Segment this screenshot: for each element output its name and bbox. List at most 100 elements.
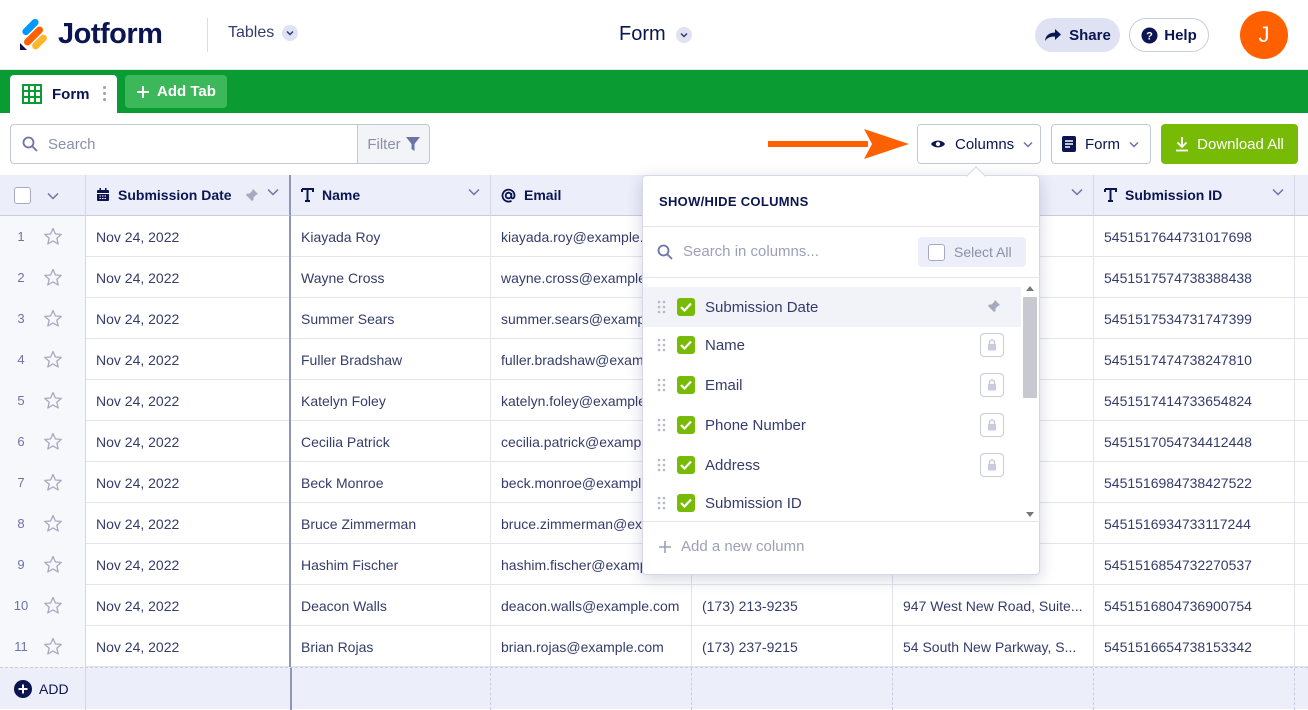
column-list-item[interactable]: Phone Number <box>643 405 1021 445</box>
cell-id[interactable]: 5451516654738153342 <box>1094 626 1295 667</box>
cell-name[interactable]: Hashim Fischer <box>291 544 491 585</box>
cell-id[interactable]: 5451516984738427522 <box>1094 462 1295 503</box>
column-visible-checkbox[interactable] <box>677 298 695 316</box>
column-list-item[interactable]: Address <box>643 445 1021 485</box>
scrollbar-thumb[interactable] <box>1023 297 1037 398</box>
pin-icon[interactable] <box>245 188 259 202</box>
star-icon[interactable] <box>43 432 63 456</box>
chevron-down-icon[interactable] <box>468 188 480 196</box>
cell-date[interactable]: Nov 24, 2022 <box>86 626 291 667</box>
download-all-button[interactable]: Download All <box>1161 124 1298 164</box>
cell-email[interactable]: brian.rojas@example.com <box>491 626 692 667</box>
lock-icon[interactable] <box>980 373 1004 397</box>
select-all-checkbox[interactable] <box>14 187 31 204</box>
cell-id[interactable]: 5451517414733654824 <box>1094 380 1295 421</box>
column-list-item[interactable]: Submission Date <box>643 287 1021 327</box>
cell-date[interactable]: Nov 24, 2022 <box>86 503 291 544</box>
cell-phone[interactable]: (173) 213-9235 <box>692 585 893 626</box>
cell-id[interactable]: 5451517574738388438 <box>1094 257 1295 298</box>
lock-icon[interactable] <box>980 453 1004 477</box>
cell-date[interactable]: Nov 24, 2022 <box>86 216 291 257</box>
star-icon[interactable] <box>43 514 63 538</box>
add-tab-button[interactable]: Add Tab <box>125 75 227 108</box>
cell-phone[interactable]: (173) 237-9215 <box>692 626 893 667</box>
drag-handle-icon[interactable] <box>657 300 667 319</box>
tables-dropdown[interactable]: Tables <box>228 24 299 42</box>
chevron-down-icon[interactable] <box>1071 188 1083 196</box>
cell-name[interactable]: Katelyn Foley <box>291 380 491 421</box>
pin-icon[interactable] <box>987 299 1001 318</box>
avatar[interactable]: J <box>1240 11 1288 59</box>
cell-name[interactable]: Bruce Zimmerman <box>291 503 491 544</box>
column-header-submission-id[interactable]: Submission ID <box>1094 175 1295 216</box>
star-icon[interactable] <box>43 309 63 333</box>
cell-id[interactable]: 5451517534731747399 <box>1094 298 1295 339</box>
column-header-submission-date[interactable]: Submission Date <box>86 175 291 216</box>
chevron-down-icon[interactable] <box>1272 188 1284 196</box>
star-icon[interactable] <box>43 350 63 374</box>
column-visible-checkbox[interactable] <box>677 376 695 394</box>
chevron-down-icon[interactable] <box>47 192 59 200</box>
cell-address[interactable]: 947 West New Road, Suite... <box>893 585 1094 626</box>
tab-form[interactable]: Form <box>10 75 117 113</box>
cell-id[interactable]: 5451516934733117244 <box>1094 503 1295 544</box>
drag-handle-icon[interactable] <box>657 418 667 437</box>
cell-name[interactable]: Wayne Cross <box>291 257 491 298</box>
add-column-button[interactable]: Add a new column <box>659 538 804 555</box>
cell-date[interactable]: Nov 24, 2022 <box>86 339 291 380</box>
cell-id[interactable]: 5451516804736900754 <box>1094 585 1295 626</box>
cell-id[interactable]: 5451517474738247810 <box>1094 339 1295 380</box>
columns-button[interactable]: Columns <box>917 124 1041 164</box>
column-visible-checkbox[interactable] <box>677 456 695 474</box>
cell-email[interactable]: deacon.walls@example.com <box>491 585 692 626</box>
cell-name[interactable]: Summer Sears <box>291 298 491 339</box>
help-button[interactable]: ? Help <box>1129 18 1209 52</box>
star-icon[interactable] <box>43 268 63 292</box>
lock-icon[interactable] <box>980 333 1004 357</box>
column-header-name[interactable]: Name <box>291 175 491 216</box>
cell-name[interactable]: Beck Monroe <box>291 462 491 503</box>
drag-handle-icon[interactable] <box>657 338 667 357</box>
table-row[interactable]: 10 Nov 24, 2022 Deacon Walls deacon.walls@e… <box>0 585 1308 626</box>
cell-name[interactable]: Kiayada Roy <box>291 216 491 257</box>
chevron-down-icon[interactable] <box>267 188 279 196</box>
cell-name[interactable]: Fuller Bradshaw <box>291 339 491 380</box>
table-row[interactable]: 11 Nov 24, 2022 Brian Rojas brian.rojas@exa… <box>0 626 1308 667</box>
column-list-item[interactable]: Email <box>643 365 1021 405</box>
cell-name[interactable]: Cecilia Patrick <box>291 421 491 462</box>
scroll-up-icon[interactable] <box>1026 285 1034 291</box>
cell-date[interactable]: Nov 24, 2022 <box>86 585 291 626</box>
star-icon[interactable] <box>43 637 63 661</box>
cell-date[interactable]: Nov 24, 2022 <box>86 462 291 503</box>
column-visible-checkbox[interactable] <box>677 494 695 512</box>
star-icon[interactable] <box>43 227 63 251</box>
drag-handle-icon[interactable] <box>657 378 667 397</box>
column-search-input[interactable]: Search in columns... <box>657 243 819 260</box>
cell-id[interactable]: 5451517054734412448 <box>1094 421 1295 462</box>
add-row-button[interactable]: ADD <box>14 680 69 698</box>
column-list-item[interactable]: Name <box>643 325 1021 365</box>
share-button[interactable]: Share <box>1035 18 1120 52</box>
cell-name[interactable]: Deacon Walls <box>291 585 491 626</box>
star-icon[interactable] <box>43 391 63 415</box>
jotform-logo[interactable]: Jotform <box>18 18 163 51</box>
star-icon[interactable] <box>43 555 63 579</box>
lock-icon[interactable] <box>980 413 1004 437</box>
column-visible-checkbox[interactable] <box>677 416 695 434</box>
cell-date[interactable]: Nov 24, 2022 <box>86 257 291 298</box>
cell-date[interactable]: Nov 24, 2022 <box>86 298 291 339</box>
cell-id[interactable]: 5451516854732270537 <box>1094 544 1295 585</box>
star-icon[interactable] <box>43 473 63 497</box>
filter-button[interactable]: Filter <box>357 124 430 164</box>
select-all-button[interactable]: Select All <box>918 237 1026 267</box>
column-list-item[interactable]: Submission ID <box>643 483 1021 520</box>
search-input[interactable]: Search <box>10 124 358 164</box>
scroll-down-icon[interactable] <box>1026 512 1034 518</box>
star-icon[interactable] <box>43 596 63 620</box>
drag-handle-icon[interactable] <box>657 496 667 515</box>
cell-date[interactable]: Nov 24, 2022 <box>86 421 291 462</box>
cell-address[interactable]: 54 South New Parkway, S... <box>893 626 1094 667</box>
more-options-icon[interactable] <box>103 86 106 101</box>
column-visible-checkbox[interactable] <box>677 336 695 354</box>
cell-date[interactable]: Nov 24, 2022 <box>86 544 291 585</box>
